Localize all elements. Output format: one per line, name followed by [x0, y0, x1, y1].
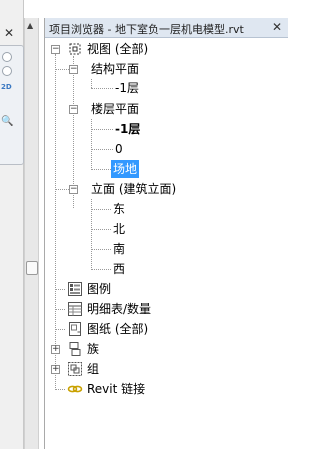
tree-label: 组 — [87, 362, 100, 376]
close-icon[interactable]: ✕ — [272, 20, 282, 34]
views-icon — [69, 43, 81, 55]
tree-label: 南 — [113, 242, 126, 256]
collapse-icon[interactable]: − — [51, 45, 60, 54]
tree-label: 图例 — [87, 282, 112, 296]
tree-node-elev-west[interactable]: 西 — [45, 260, 285, 278]
browser-title: 项目浏览器 - 地下室负一层机电模型.rvt — [49, 23, 244, 36]
close-icon[interactable]: ✕ — [4, 26, 14, 40]
link-icon — [67, 385, 83, 393]
collapse-icon[interactable]: − — [69, 105, 78, 114]
schedule-icon — [68, 302, 82, 316]
tree-label: -1层 — [115, 122, 141, 136]
nav-knob-icon[interactable] — [2, 66, 12, 76]
tree-label: 族 — [87, 342, 100, 356]
tree-node-elev-north[interactable]: 北 — [45, 220, 285, 238]
legend-icon — [68, 282, 82, 296]
expand-icon[interactable]: + — [51, 345, 60, 354]
tree-node-floor-level-b1[interactable]: -1层 — [45, 120, 285, 138]
tree-node-elevations[interactable]: − 立面 (建筑立面) — [45, 180, 285, 198]
tree-node-groups[interactable]: + 组 — [45, 360, 285, 378]
scroll-thumb[interactable] — [26, 261, 38, 275]
tree-label: Revit 链接 — [87, 382, 146, 396]
scrollbar[interactable]: ▲ — [24, 18, 39, 449]
project-browser: 项目浏览器 - 地下室负一层机电模型.rvt ✕ − 视图 (全部) − 结构平… — [44, 18, 288, 449]
tree-node-sheets[interactable]: 图纸 (全部) — [45, 320, 285, 338]
tree-node-site[interactable]: 场地 — [45, 160, 285, 178]
sheet-icon — [69, 322, 81, 336]
tree-label-selected: 场地 — [111, 160, 140, 178]
scroll-up-arrow-icon[interactable]: ▲ — [27, 22, 33, 30]
browser-titlebar: 项目浏览器 - 地下室负一层机电模型.rvt ✕ — [45, 18, 288, 38]
expand-icon[interactable]: + — [51, 365, 60, 374]
tree-node-families[interactable]: + 族 — [45, 340, 285, 358]
tree-node-views[interactable]: − 视图 (全部) — [45, 40, 285, 58]
tree-node-structural-level[interactable]: -1层 — [45, 79, 285, 97]
group-icon — [68, 362, 82, 376]
tree-label: -1层 — [115, 81, 139, 95]
zoom-icon[interactable]: 🔍 — [1, 116, 13, 127]
properties-panel-edge: ✕ 2D 🔍 — [0, 0, 24, 449]
tree-label: 结构平面 — [91, 62, 140, 76]
tree-label: 立面 (建筑立面) — [91, 182, 177, 196]
tree-label: 明细表/数量 — [87, 302, 152, 316]
tree-label: 图纸 (全部) — [87, 322, 149, 336]
tree-node-elev-south[interactable]: 南 — [45, 240, 285, 258]
tree-node-elev-east[interactable]: 东 — [45, 200, 285, 218]
nav-wheel-icon[interactable] — [2, 52, 12, 62]
tree-label: 北 — [113, 222, 126, 236]
2d-badge[interactable]: 2D — [1, 82, 19, 92]
tree-label: 东 — [113, 202, 126, 216]
family-icon — [69, 342, 81, 356]
tree-label: 0 — [115, 142, 123, 156]
tree-label: 楼层平面 — [91, 102, 140, 116]
tree-label: 视图 (全部) — [87, 42, 149, 56]
tree-label: 西 — [113, 262, 126, 276]
collapse-icon[interactable]: − — [69, 65, 78, 74]
tree-node-structural-plans[interactable]: − 结构平面 — [45, 60, 285, 78]
tree-node-floor-plans[interactable]: − 楼层平面 — [45, 100, 285, 118]
tree-node-legends[interactable]: 图例 — [45, 280, 285, 298]
tree-node-revit-links[interactable]: Revit 链接 — [45, 380, 285, 398]
navigation-bar[interactable]: 2D 🔍 — [0, 45, 24, 165]
tree-node-schedules[interactable]: 明细表/数量 — [45, 300, 285, 318]
tree-node-floor-level-0[interactable]: 0 — [45, 140, 285, 158]
collapse-icon[interactable]: − — [69, 185, 78, 194]
